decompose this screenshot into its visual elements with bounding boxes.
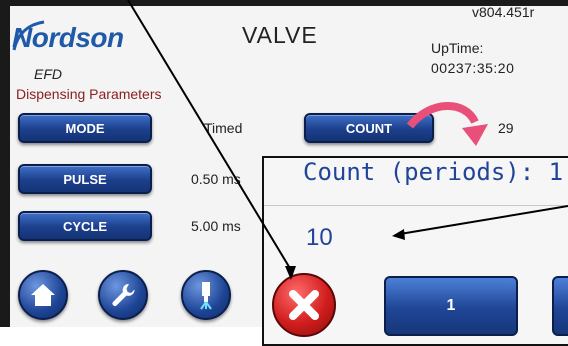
device-screen: Nordson EFD VALVE v804.451r UpTime: 0023… (0, 0, 568, 346)
dialog-divider (264, 205, 568, 206)
home-button[interactable] (18, 270, 68, 320)
count-entry-dialog: Count (periods): 1 10 1 (262, 156, 568, 346)
section-label: Dispensing Parameters (16, 86, 162, 102)
close-icon (289, 290, 319, 320)
uptime-label: UpTime: (431, 40, 484, 56)
count-button[interactable]: COUNT (304, 113, 434, 143)
mode-button[interactable]: MODE (18, 113, 152, 143)
logo-brand-text: Nordson (12, 22, 124, 53)
uptime-value: 00237:35:20 (431, 60, 515, 76)
pulse-value: 0.50 ms (191, 171, 241, 187)
keypad-button-1[interactable]: 1 (384, 276, 518, 336)
dialog-title: Count (periods): 1 (303, 158, 564, 186)
page-title: VALVE (242, 22, 318, 48)
cancel-button[interactable] (272, 273, 336, 337)
dispense-valve-icon (200, 282, 212, 310)
mode-value: Timed (204, 120, 243, 136)
settings-button[interactable] (98, 270, 148, 320)
dispense-button[interactable] (181, 270, 231, 320)
nordson-logo: Nordson EFD (12, 22, 124, 82)
count-value: 29 (498, 120, 514, 136)
wrench-icon (112, 283, 135, 306)
count-input-value[interactable]: 10 (306, 224, 333, 252)
cycle-button[interactable]: CYCLE (18, 211, 152, 241)
pulse-button[interactable]: PULSE (18, 164, 152, 194)
version-label: v804.451r (472, 4, 535, 20)
pink-arrowhead-icon (462, 124, 488, 146)
keypad-button-next[interactable] (552, 276, 568, 336)
cycle-value: 5.00 ms (191, 218, 241, 234)
home-icon (31, 284, 55, 306)
logo-sub-text: EFD (34, 66, 62, 82)
